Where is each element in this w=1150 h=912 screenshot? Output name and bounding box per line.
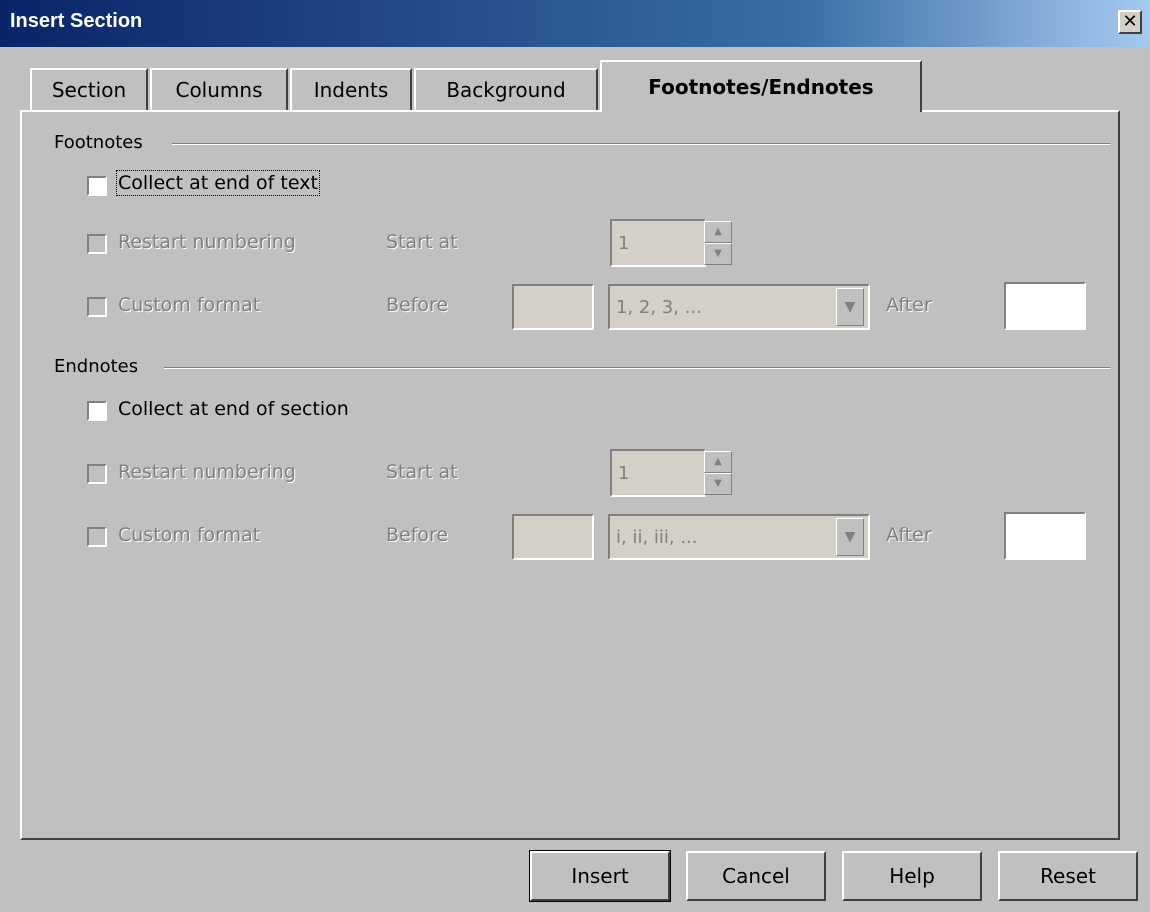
tab-indents[interactable]: Indents <box>290 68 412 110</box>
spin-up-icon[interactable]: ▲ <box>704 221 732 243</box>
endnotes-start-at-field[interactable]: 1 <box>610 449 706 497</box>
footnotes-start-at-spinner[interactable]: ▲ ▼ <box>704 219 734 267</box>
start-at-value: 1 <box>618 232 630 254</box>
endnotes-collect-label[interactable]: Collect at end of section <box>118 398 349 420</box>
tab-background[interactable]: Background <box>414 68 598 110</box>
footnotes-after-field[interactable] <box>1004 282 1086 330</box>
endnotes-divider <box>164 367 1110 369</box>
endnotes-start-at-label: Start at <box>386 461 458 483</box>
footnotes-restart-checkbox[interactable] <box>87 234 107 254</box>
help-button[interactable]: Help <box>842 851 982 901</box>
chevron-down-icon[interactable]: ▼ <box>836 288 864 326</box>
tab-footnotes-endnotes[interactable]: Footnotes/Endnotes <box>600 60 922 112</box>
footnotes-before-field[interactable] <box>512 284 594 330</box>
endnotes-group-label: Endnotes <box>54 356 139 377</box>
insert-button-label: Insert <box>571 864 629 888</box>
reset-button[interactable]: Reset <box>998 851 1138 901</box>
footnotes-before-label: Before <box>386 294 449 316</box>
endnotes-before-field[interactable] <box>512 514 594 560</box>
chevron-down-icon[interactable]: ▼ <box>836 518 864 556</box>
close-icon: ✕ <box>1122 11 1138 32</box>
footnotes-start-at-field[interactable]: 1 <box>610 219 706 267</box>
close-button[interactable]: ✕ <box>1118 10 1142 34</box>
footnotes-group-label: Footnotes <box>54 132 143 153</box>
footnotes-collect-label[interactable]: Collect at end of text <box>116 170 320 196</box>
endnotes-after-label: After <box>886 524 932 546</box>
start-at-value: 1 <box>618 462 630 484</box>
footnotes-custom-label: Custom format <box>118 294 261 316</box>
window-title: Insert Section <box>10 10 143 32</box>
endnotes-before-label: Before <box>386 524 449 546</box>
footnotes-start-at-label: Start at <box>386 231 458 253</box>
tab-label: Section <box>51 78 127 102</box>
endnotes-start-at-spinner[interactable]: ▲ ▼ <box>704 449 734 497</box>
footnotes-collect-checkbox[interactable] <box>87 176 107 196</box>
endnotes-after-field[interactable] <box>1004 512 1086 560</box>
spin-up-icon[interactable]: ▲ <box>704 451 732 473</box>
endnotes-custom-checkbox[interactable] <box>87 527 107 547</box>
endnotes-restart-checkbox[interactable] <box>87 464 107 484</box>
endnotes-collect-checkbox[interactable] <box>87 401 107 421</box>
cancel-button[interactable]: Cancel <box>686 851 826 901</box>
insert-button[interactable]: Insert <box>529 850 671 902</box>
tab-label: Footnotes/Endnotes <box>648 75 874 99</box>
title-bar: Insert Section ✕ <box>0 0 1150 47</box>
tab-label: Columns <box>175 78 263 102</box>
spin-down-icon[interactable]: ▼ <box>704 473 732 495</box>
tab-section[interactable]: Section <box>30 68 148 110</box>
endnotes-restart-label: Restart numbering <box>118 461 296 483</box>
cancel-button-label: Cancel <box>722 864 790 888</box>
footnotes-restart-label: Restart numbering <box>118 231 296 253</box>
tab-label: Background <box>446 78 566 102</box>
tab-columns[interactable]: Columns <box>150 68 288 110</box>
reset-button-label: Reset <box>1040 864 1096 888</box>
tab-label: Indents <box>313 78 389 102</box>
footnotes-after-label: After <box>886 294 932 316</box>
footnotes-divider <box>172 143 1110 145</box>
help-button-label: Help <box>889 864 935 888</box>
spin-down-icon[interactable]: ▼ <box>704 243 732 265</box>
endnotes-custom-label: Custom format <box>118 524 261 546</box>
endnotes-format-select[interactable]: i, ii, iii, ... <box>608 514 870 560</box>
footnotes-format-select[interactable]: 1, 2, 3, ... <box>608 284 870 330</box>
format-value: i, ii, iii, ... <box>616 526 698 548</box>
footnotes-custom-checkbox[interactable] <box>87 297 107 317</box>
format-value: 1, 2, 3, ... <box>616 296 702 318</box>
